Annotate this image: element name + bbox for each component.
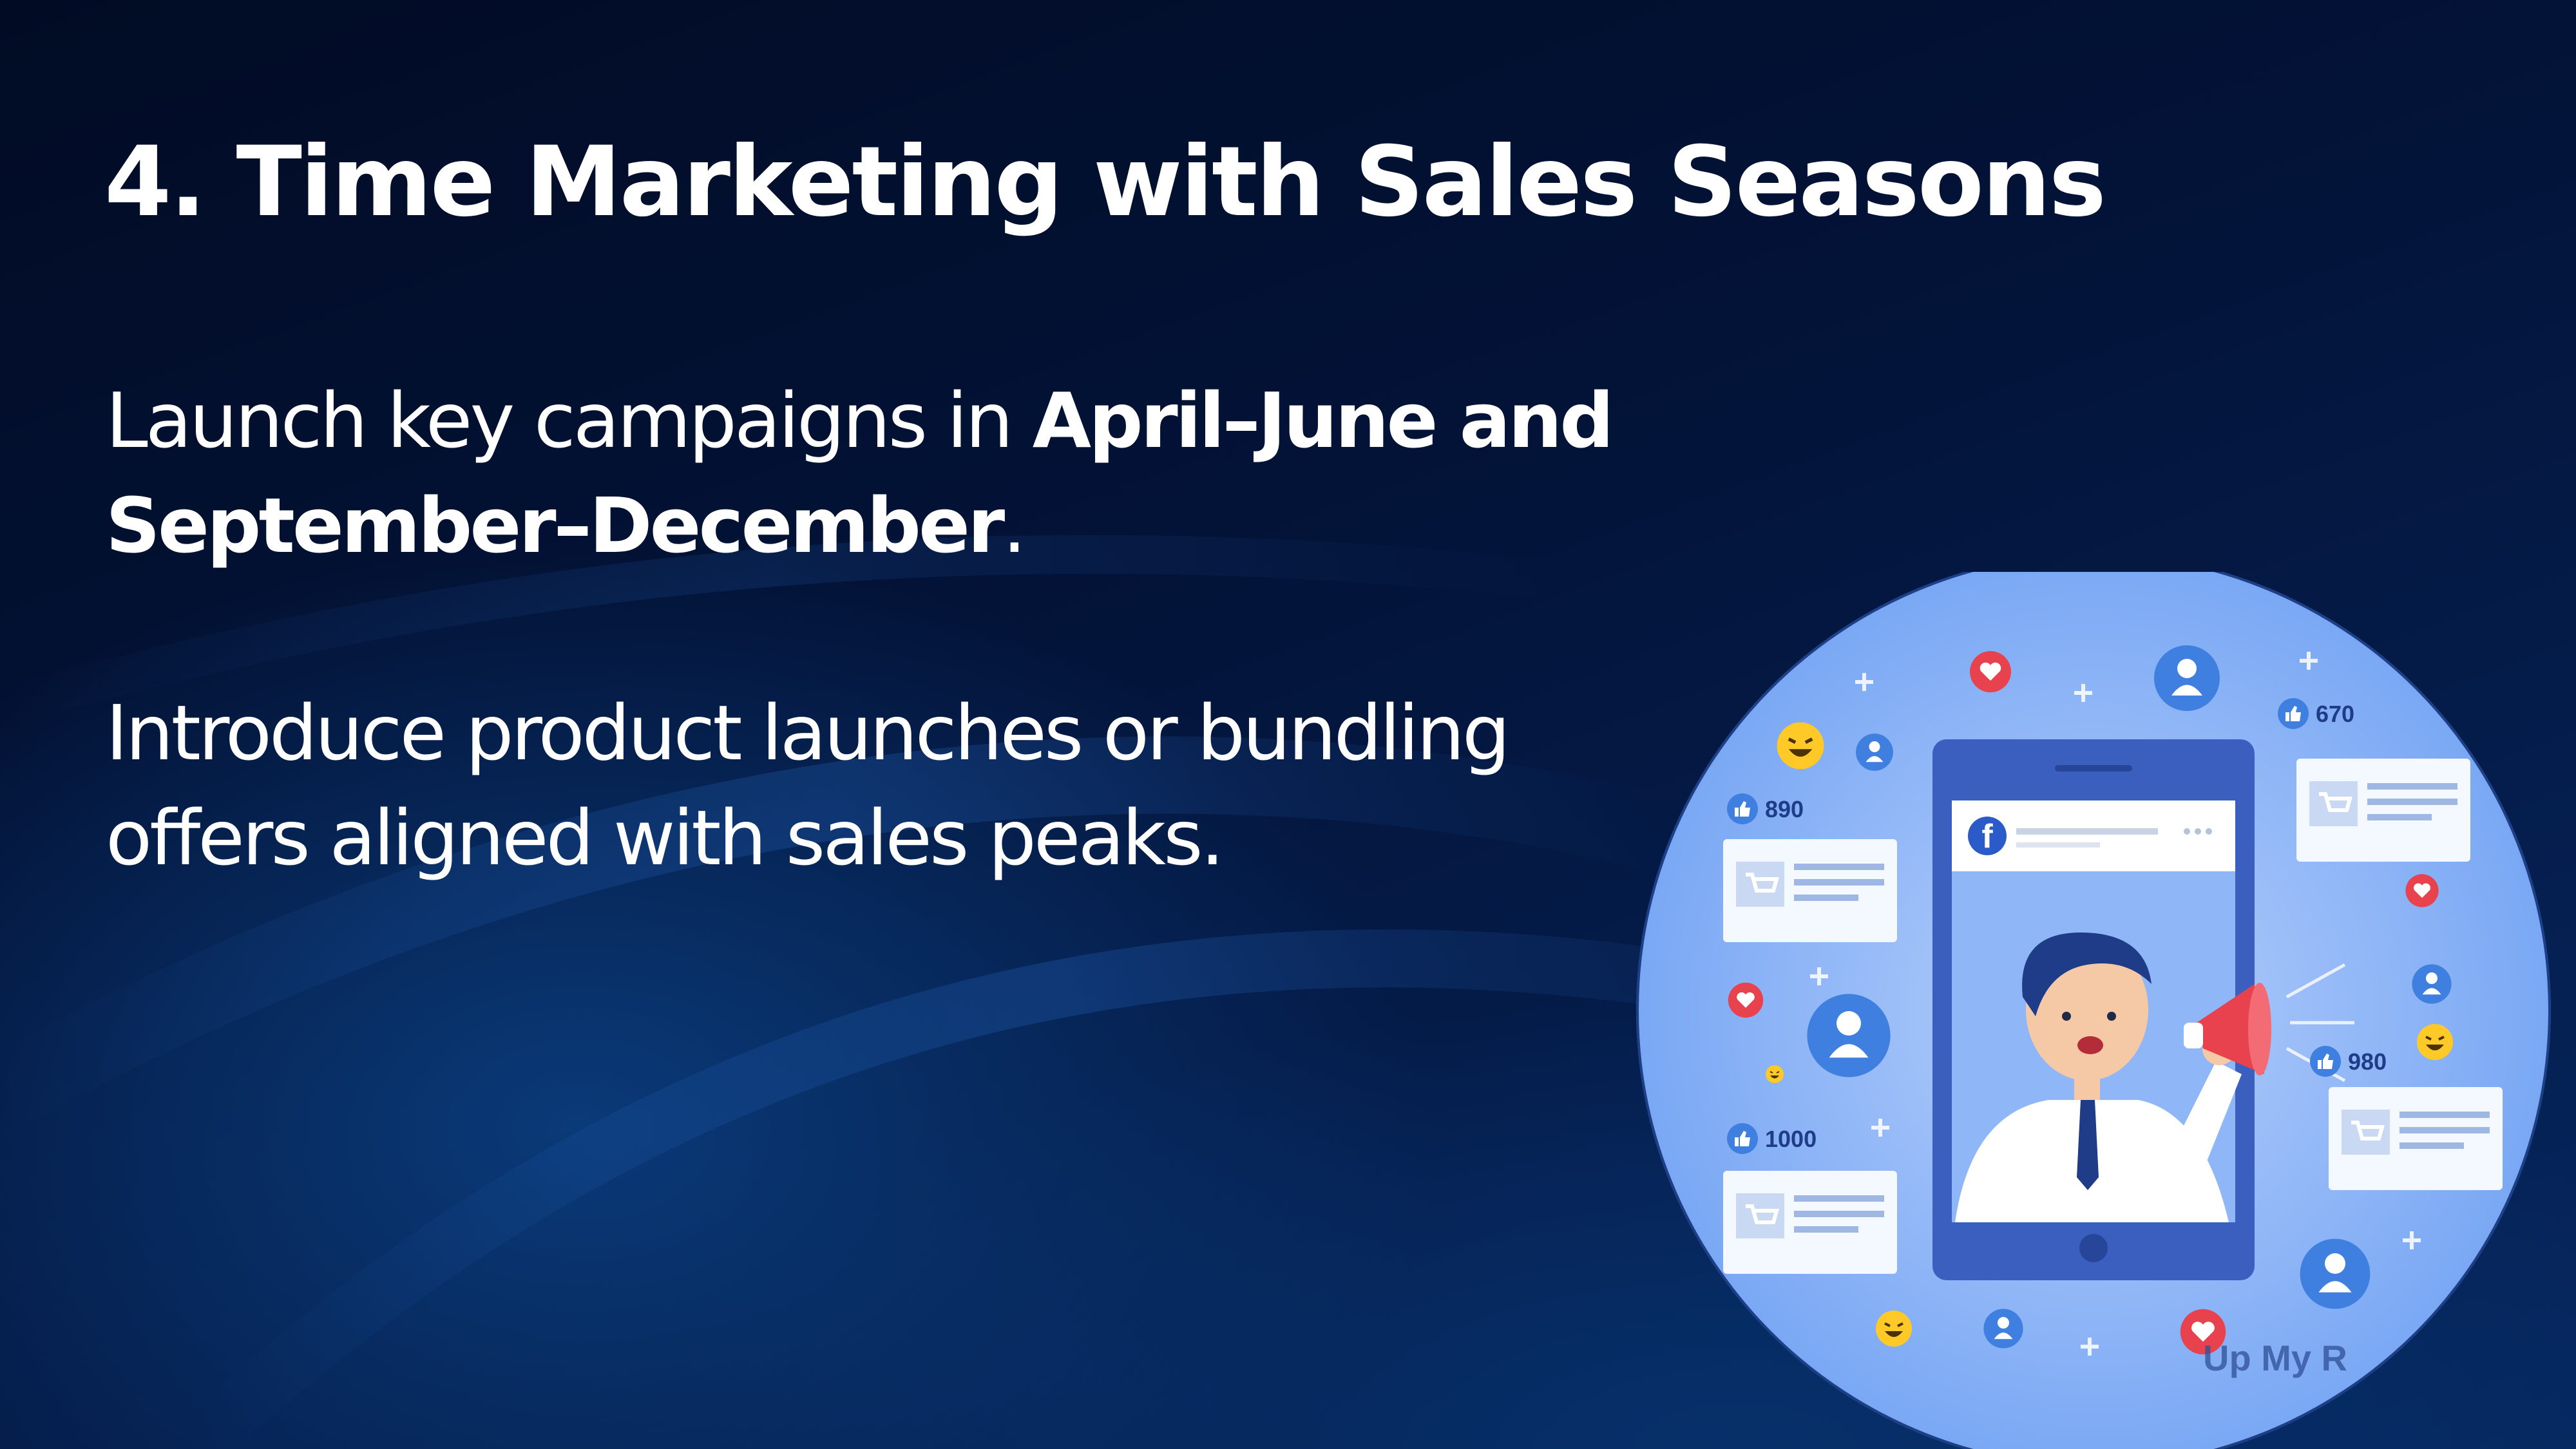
thumbs-up-icon: [1727, 1123, 1758, 1154]
product-card-right-bottom: [2329, 1087, 2503, 1190]
user-icon: [1856, 734, 1893, 771]
product-card-right-top: [2296, 759, 2470, 862]
laugh-emoji-icon: [1765, 1065, 1784, 1084]
laugh-emoji-icon: [2416, 1023, 2454, 1061]
product-launch-text: Introduce product launches or bundling o…: [106, 688, 1511, 882]
thumbs-up-icon: [2278, 698, 2309, 729]
svg-text:f: f: [1981, 818, 1993, 855]
like-counter-890: 890: [1727, 793, 1804, 824]
slide-title: 4. Time Marketing with Sales Seasons: [104, 126, 2106, 238]
heart-icon: [1970, 651, 2011, 692]
watermark-text: Up My R: [2203, 1338, 2347, 1378]
laugh-emoji-icon: [1777, 723, 1824, 770]
facebook-icon: f: [1968, 817, 2007, 855]
svg-text:1000: 1000: [1765, 1126, 1817, 1152]
user-icon: [2300, 1238, 2371, 1309]
heart-icon: [1728, 982, 1764, 1018]
user-icon: [1807, 994, 1891, 1077]
like-counter-980: 980: [2310, 1046, 2387, 1077]
laugh-emoji-icon: [1875, 1309, 1913, 1348]
user-icon: [2154, 645, 2220, 711]
product-card-left-bottom: [1723, 1171, 1897, 1274]
product-card-left-top: [1723, 839, 1897, 942]
thumbs-up-icon: [1727, 793, 1758, 824]
like-counter-1000: 1000: [1727, 1123, 1817, 1154]
svg-text:980: 980: [2348, 1048, 2387, 1075]
thumbs-up-icon: [2310, 1046, 2341, 1077]
heart-icon: [2405, 874, 2439, 907]
user-icon: [1983, 1309, 2023, 1349]
like-counter-670: 670: [2278, 698, 2354, 729]
campaign-timing-text: Launch key campaigns in April–June and S…: [106, 368, 2103, 578]
user-icon: [2412, 964, 2452, 1004]
svg-text:670: 670: [2316, 701, 2354, 727]
svg-text:890: 890: [1765, 796, 1804, 822]
campaign-timing-suffix: .: [1002, 481, 1026, 570]
social-media-marketing-illustration: f 890 670 980 1000 Up My R: [1636, 572, 2551, 1449]
campaign-timing-prefix: Launch key campaigns in: [106, 376, 1033, 465]
